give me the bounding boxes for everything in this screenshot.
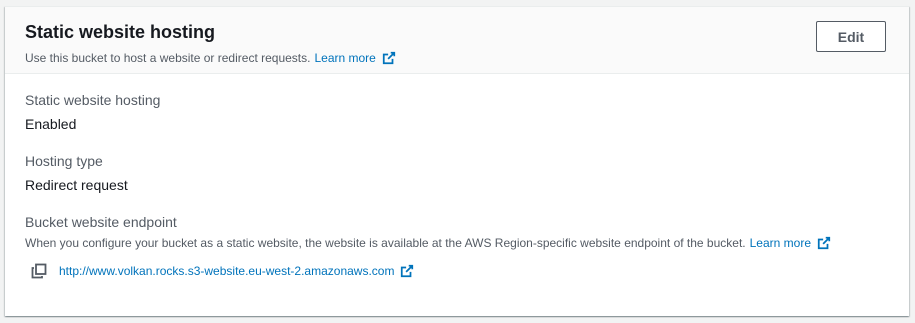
endpoint-description-text: When you configure your bucket as a stat… [25, 236, 746, 250]
field-bucket-website-endpoint: Bucket website endpoint When you configu… [25, 212, 889, 279]
endpoint-url-link[interactable]: http://www.volkan.rocks.s3-website.eu-we… [59, 264, 414, 278]
external-link-icon [401, 264, 414, 278]
field-static-website-hosting: Static website hosting Enabled [25, 90, 889, 134]
copy-icon[interactable] [31, 263, 47, 279]
endpoint-learn-more-link[interactable]: Learn more [750, 235, 831, 251]
panel-description-text: Use this bucket to host a website or red… [25, 51, 311, 65]
field-value: Redirect request [25, 177, 128, 193]
field-label: Bucket website endpoint [25, 214, 177, 230]
edit-button[interactable]: Edit [816, 21, 886, 52]
field-label: Static website hosting [25, 92, 161, 108]
endpoint-row: http://www.volkan.rocks.s3-website.eu-we… [25, 263, 889, 279]
panel-header: Static website hosting Use this bucket t… [5, 7, 909, 74]
external-link-icon [817, 236, 831, 250]
field-hosting-type: Hosting type Redirect request [25, 151, 889, 195]
panel-description: Use this bucket to host a website or red… [25, 50, 889, 66]
field-value: Enabled [25, 116, 77, 132]
field-label: Hosting type [25, 153, 103, 169]
endpoint-description: When you configure your bucket as a stat… [25, 235, 889, 251]
panel-body: Static website hosting Enabled Hosting t… [5, 74, 909, 279]
header-learn-more-label: Learn more [314, 51, 376, 65]
endpoint-url: http://www.volkan.rocks.s3-website.eu-we… [59, 264, 395, 278]
header-learn-more-link[interactable]: Learn more [314, 50, 395, 66]
static-website-hosting-panel: Static website hosting Use this bucket t… [5, 6, 909, 316]
external-link-icon [382, 51, 395, 65]
endpoint-learn-more-label: Learn more [749, 236, 811, 250]
panel-title: Static website hosting [25, 22, 216, 42]
